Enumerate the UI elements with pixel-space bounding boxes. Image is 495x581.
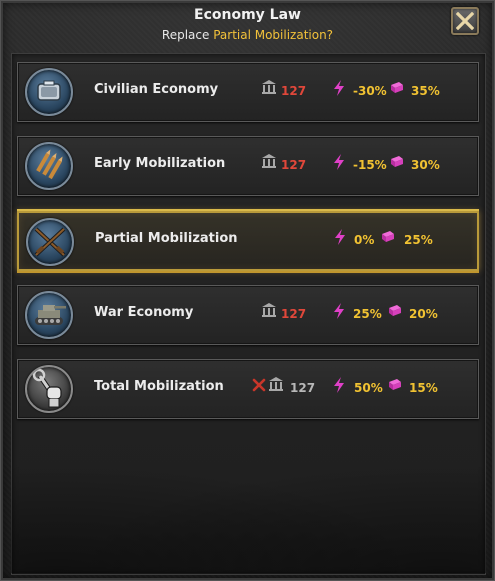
- political-power-icon: [262, 80, 276, 94]
- law-name: Total Mobilization: [94, 379, 224, 394]
- factory-modifier: 25%: [353, 307, 382, 321]
- factory-modifier: 50%: [354, 381, 383, 395]
- political-power-cost: 127: [281, 307, 307, 321]
- lightning-icon: [334, 303, 344, 319]
- subtitle-prefix: Replace: [161, 28, 214, 42]
- bullets-icon: [25, 142, 73, 190]
- political-power-cost: 127: [281, 84, 307, 98]
- law-option-partial-mobilization[interactable]: Partial Mobilization 0% 25%: [17, 211, 479, 271]
- consumer-goods-value: 25%: [404, 233, 433, 247]
- political-power-icon: [262, 154, 276, 168]
- consumer-goods-value: 30%: [411, 158, 440, 172]
- law-option-early-mobilization[interactable]: Early Mobilization 127 -15% 30%: [17, 136, 479, 196]
- factory-modifier: -15%: [353, 158, 387, 172]
- law-name: Partial Mobilization: [95, 231, 238, 246]
- close-icon: [456, 12, 474, 30]
- window-subtitle: Replace Partial Mobilization?: [1, 28, 494, 42]
- tank-icon: [25, 291, 73, 339]
- window-title: Economy Law: [194, 7, 301, 23]
- unavailable-x-icon: [252, 378, 266, 392]
- consumer-goods-icon: [382, 231, 394, 242]
- consumer-goods-value: 35%: [411, 84, 440, 98]
- economy-law-window: Economy Law Replace Partial Mobilization…: [0, 0, 495, 581]
- consumer-goods-icon: [389, 379, 401, 390]
- lightning-icon: [334, 154, 344, 170]
- subtitle-current-law: Partial Mobilization?: [213, 28, 334, 42]
- law-name: Civilian Economy: [94, 82, 219, 97]
- political-power-cost: 127: [281, 158, 307, 172]
- law-option-civilian-economy[interactable]: Civilian Economy 127 -30% 35%: [17, 62, 479, 122]
- window-header: Economy Law Replace Partial Mobilization…: [1, 1, 494, 47]
- political-power-cost: 127: [290, 381, 316, 395]
- political-power-icon: [262, 303, 276, 317]
- consumer-goods-value: 15%: [409, 381, 438, 395]
- lightning-icon: [335, 229, 345, 245]
- piggy-bank-icon: [25, 68, 73, 116]
- consumer-goods-value: 20%: [409, 307, 438, 321]
- fist-wrench-icon: [25, 365, 73, 413]
- law-name: War Economy: [94, 305, 194, 320]
- consumer-goods-icon: [389, 305, 401, 316]
- crossed-rifles-icon: [26, 218, 74, 266]
- law-option-total-mobilization[interactable]: Total Mobilization 127 50% 15%: [17, 359, 479, 419]
- consumer-goods-icon: [391, 82, 403, 93]
- law-list-panel: Civilian Economy 127 -30% 35% Early Mobi…: [11, 53, 486, 575]
- political-power-icon: [269, 377, 283, 391]
- law-name: Early Mobilization: [94, 156, 226, 171]
- law-option-war-economy[interactable]: War Economy 127 25% 20%: [17, 285, 479, 345]
- lightning-icon: [334, 377, 344, 393]
- factory-modifier: 0%: [354, 233, 375, 247]
- factory-modifier: -30%: [353, 84, 387, 98]
- lightning-icon: [334, 80, 344, 96]
- close-button[interactable]: [451, 7, 479, 35]
- consumer-goods-icon: [391, 156, 403, 167]
